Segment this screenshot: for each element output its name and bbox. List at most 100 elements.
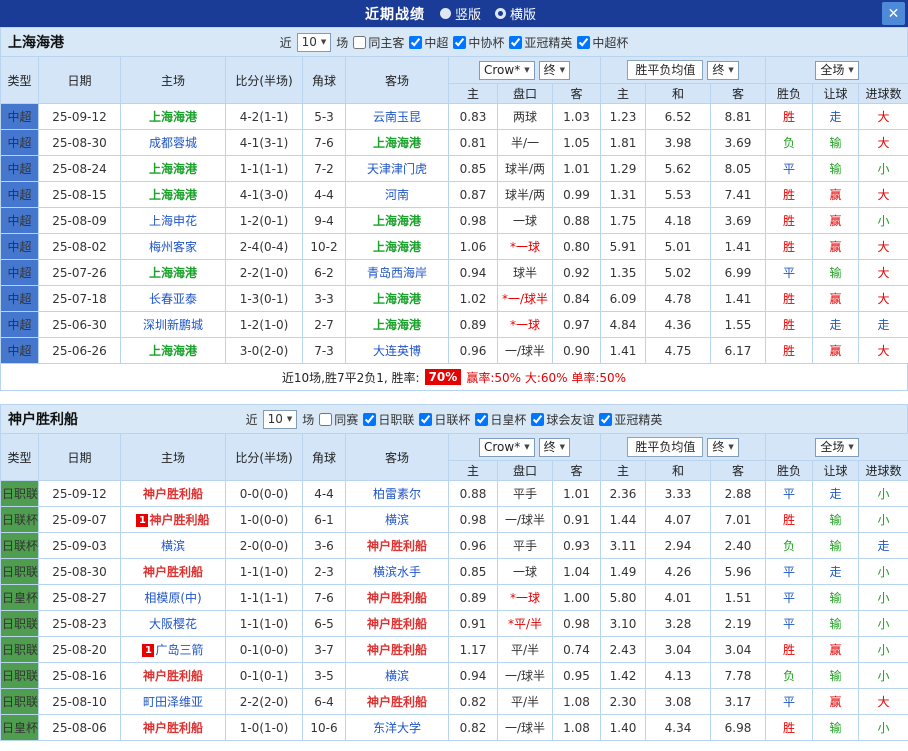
checkbox-icon[interactable] [363, 412, 377, 426]
avg-draw-odds: 3.33 [645, 480, 712, 507]
home-team-name[interactable]: 町田泽维亚 [143, 695, 203, 709]
away-team-name[interactable]: 神户胜利船 [367, 617, 427, 631]
layout-option-vertical[interactable]: 竖版 [439, 4, 481, 23]
match-date: 25-09-12 [38, 103, 121, 130]
home-team-name[interactable]: 成都蓉城 [149, 136, 197, 150]
away-team-name[interactable]: 上海海港 [373, 318, 421, 332]
filter-checkbox-2[interactable]: 日联杯 [419, 411, 470, 428]
avg-odds-box[interactable]: 胜平负均值 [627, 436, 704, 457]
home-team-name[interactable]: 梅州客家 [149, 240, 197, 254]
checkbox-icon[interactable] [419, 412, 433, 426]
filter-checkbox-0[interactable]: 同主客 [353, 34, 404, 51]
result-handicap: 输 [812, 584, 860, 611]
checkbox-icon[interactable] [409, 35, 423, 49]
checkbox-icon[interactable] [475, 412, 489, 426]
home-team-name[interactable]: 上海海港 [149, 266, 197, 280]
avg-away-odds: 7.78 [710, 662, 767, 689]
away-team-name[interactable]: 大连英博 [373, 344, 421, 358]
checkbox-icon[interactable] [599, 412, 613, 426]
home-team-name[interactable]: 神户胜利船 [149, 513, 209, 527]
avg-away-odds: 5.96 [710, 558, 767, 585]
home-team-name[interactable]: 上海海港 [149, 162, 197, 176]
away-team-name[interactable]: 上海海港 [373, 292, 421, 306]
layout-option-horizontal[interactable]: 横版 [495, 4, 536, 23]
final-odds-select[interactable]: 终 ▼ [538, 437, 571, 457]
home-team-name[interactable]: 神户胜利船 [143, 669, 203, 683]
home-team-name[interactable]: 上海海港 [149, 188, 197, 202]
home-team-cell: 深圳新鹏城 [120, 311, 226, 338]
checkbox-icon[interactable] [319, 412, 333, 426]
near-label: 近 [279, 35, 292, 50]
match-score: 2-2(1-0) [225, 259, 303, 286]
result-handicap: 走 [812, 558, 860, 585]
filter-label: 亚冠精英 [524, 35, 573, 50]
checkbox-icon[interactable] [577, 35, 591, 49]
away-team-name[interactable]: 上海海港 [373, 136, 421, 150]
away-team-name[interactable]: 上海海港 [373, 240, 421, 254]
filter-checkbox-1[interactable]: 中超 [409, 34, 448, 51]
away-team-name[interactable]: 横滨 [385, 669, 409, 683]
avg-odds-box[interactable]: 胜平负均值 [627, 59, 704, 80]
avg-away-odds: 6.17 [710, 337, 767, 364]
sub-column-header: 胜负 [765, 460, 814, 481]
away-team-name[interactable]: 河南 [385, 188, 409, 202]
handicap-odds-group: Crow* ▼ 终 ▼ [447, 433, 602, 461]
home-team-name[interactable]: 相模原(中) [144, 591, 201, 605]
result-handicap: 赢 [812, 233, 860, 260]
away-team-name[interactable]: 横滨水手 [373, 565, 421, 579]
home-team-name[interactable]: 长春亚泰 [149, 292, 197, 306]
away-team-name[interactable]: 东洋大学 [373, 721, 421, 735]
match-count-select[interactable]: 10 ▼ [296, 32, 332, 52]
filter-checkbox-1[interactable]: 日职联 [363, 411, 414, 428]
away-team-name[interactable]: 神户胜利船 [367, 539, 427, 553]
scope-select[interactable]: 全场 ▼ [815, 60, 859, 80]
home-team-name[interactable]: 神户胜利船 [143, 565, 203, 579]
home-team-name[interactable]: 大阪樱花 [149, 617, 197, 631]
avg-home-odds: 1.75 [600, 207, 647, 234]
checkbox-icon[interactable] [531, 412, 545, 426]
result-handicap: 输 [812, 129, 860, 156]
home-team-name[interactable]: 上海海港 [149, 344, 197, 358]
avg-home-odds: 1.41 [600, 337, 647, 364]
handicap-line: *一球 [497, 311, 553, 338]
corner-score: 6-5 [302, 610, 346, 637]
scope-select[interactable]: 全场 ▼ [815, 437, 859, 457]
home-team-name[interactable]: 上海海港 [149, 110, 197, 124]
checkbox-icon[interactable] [353, 35, 367, 49]
home-team-name[interactable]: 横滨 [161, 539, 185, 553]
home-team-name[interactable]: 神户胜利船 [143, 487, 203, 501]
checkbox-icon[interactable] [509, 35, 523, 49]
away-team-name[interactable]: 神户胜利船 [367, 695, 427, 709]
away-team-name[interactable]: 青岛西海岸 [367, 266, 427, 280]
team-section-2: 神户胜利船近 10 ▼ 场同赛 日职联 日联杯 日皇杯 球会友谊 亚冠精英 类型 日期 主场 比分(半场… [0, 404, 908, 741]
filter-checkbox-0[interactable]: 同赛 [319, 411, 358, 428]
away-team-name[interactable]: 柏雷素尔 [373, 487, 421, 501]
filter-checkbox-5[interactable]: 亚冠精英 [599, 411, 662, 428]
home-team-name[interactable]: 深圳新鹏城 [143, 318, 203, 332]
final-odds-select[interactable]: 终 ▼ [707, 60, 739, 80]
home-team-name[interactable]: 上海申花 [149, 214, 197, 228]
match-count-select[interactable]: 10 ▼ [262, 409, 298, 429]
match-date: 25-09-12 [38, 480, 121, 507]
home-team-name[interactable]: 神户胜利船 [143, 721, 203, 735]
filter-checkbox-4[interactable]: 球会友谊 [531, 411, 594, 428]
away-team-name[interactable]: 天津津门虎 [367, 162, 427, 176]
sub-column-header: 主 [600, 83, 647, 104]
odds-source-select[interactable]: Crow* ▼ [479, 60, 535, 80]
away-team-name[interactable]: 神户胜利船 [367, 591, 427, 605]
final-odds-select[interactable]: 终 ▼ [538, 60, 571, 80]
away-team-name[interactable]: 神户胜利船 [367, 643, 427, 657]
filter-checkbox-4[interactable]: 中超杯 [577, 34, 628, 51]
away-team-name[interactable]: 上海海港 [373, 214, 421, 228]
odds-source-select[interactable]: Crow* ▼ [479, 437, 535, 457]
filter-checkbox-3[interactable]: 亚冠精英 [509, 34, 572, 51]
checkbox-icon[interactable] [453, 35, 467, 49]
filter-checkbox-2[interactable]: 中协杯 [453, 34, 504, 51]
filter-checkbox-3[interactable]: 日皇杯 [475, 411, 526, 428]
home-team-name[interactable]: 广岛三箭 [155, 643, 203, 657]
away-team-name[interactable]: 横滨 [385, 513, 409, 527]
league-type: 中超 [0, 311, 39, 338]
final-odds-select[interactable]: 终 ▼ [707, 437, 739, 457]
close-button[interactable]: ✕ [882, 2, 905, 25]
away-team-name[interactable]: 云南玉昆 [373, 110, 421, 124]
